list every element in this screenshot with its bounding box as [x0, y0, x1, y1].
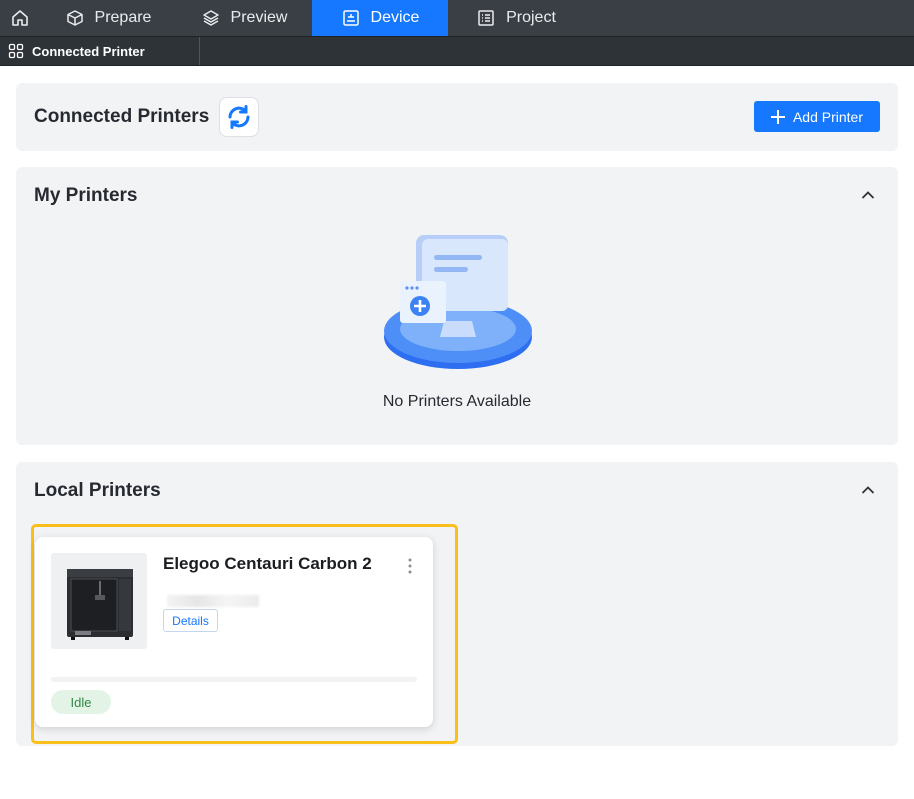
tab-device-label: Device [370, 9, 420, 26]
status-badge: Idle [51, 690, 111, 714]
tab-project-label: Project [506, 9, 556, 26]
tab-prepare-label: Prepare [94, 9, 152, 26]
printer-card[interactable]: Elegoo Centauri Carbon 2 Details Idle [35, 537, 433, 727]
collapse-local-printers-button[interactable] [860, 482, 876, 498]
connected-printers-title: Connected Printers [34, 106, 210, 127]
plus-icon [770, 109, 785, 124]
home-icon [12, 10, 28, 26]
printer-thumbnail [51, 553, 147, 649]
sub-tab-bar: Connected Printer [0, 36, 914, 66]
tab-device[interactable]: Device [312, 0, 448, 36]
subtab-label: Connected Printer [32, 43, 145, 59]
add-printer-button[interactable]: Add Printer [754, 101, 880, 132]
progress-bar [51, 677, 417, 682]
tab-project[interactable]: Project [448, 0, 584, 36]
my-printers-title: My Printers [34, 185, 138, 206]
chevron-up-icon [861, 486, 875, 494]
printer-name: Elegoo Centauri Carbon 2 [163, 554, 372, 573]
list-icon [476, 8, 496, 28]
grid-icon [8, 43, 24, 59]
refresh-icon [228, 105, 250, 129]
tab-preview-label: Preview [230, 9, 288, 26]
my-printers-panel: My Printers No Printers Available [16, 167, 898, 445]
layers-icon [201, 8, 221, 28]
tab-prepare[interactable]: Prepare [40, 0, 176, 36]
subtab-connected-printer[interactable]: Connected Printer [0, 37, 200, 65]
chevron-up-icon [861, 191, 875, 199]
details-button[interactable]: Details [163, 609, 218, 632]
add-printer-label: Add Printer [792, 108, 864, 125]
redacted-address [167, 595, 259, 607]
local-printers-title: Local Printers [34, 480, 161, 501]
cube-icon [65, 8, 85, 28]
top-nav-bar: Prepare Preview Device Project [0, 0, 914, 36]
connected-printers-panel: Connected Printers Add Printer [16, 83, 898, 151]
more-vertical-icon [408, 558, 412, 574]
device-icon [341, 8, 361, 28]
home-button[interactable] [0, 0, 40, 36]
tab-preview[interactable]: Preview [176, 0, 312, 36]
empty-printers-illustration [382, 229, 534, 375]
collapse-my-printers-button[interactable] [860, 187, 876, 203]
more-options-button[interactable] [407, 557, 413, 575]
printer-image [67, 569, 133, 640]
empty-state-text: No Printers Available [382, 393, 532, 410]
refresh-button[interactable] [219, 97, 259, 137]
